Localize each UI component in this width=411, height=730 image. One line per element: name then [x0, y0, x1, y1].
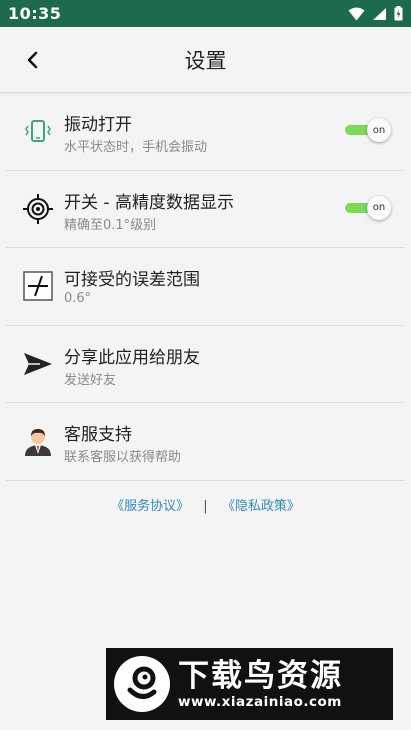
setting-title: 振动打开 [64, 115, 132, 135]
setting-customer-support[interactable]: 客服支持 联系客服以获得帮助 [6, 403, 405, 481]
watermark-text: 下载鸟资源 www.xiazainiao.com [178, 658, 343, 710]
status-icons [348, 6, 403, 21]
watermark-banner: 下载鸟资源 www.xiazainiao.com [106, 648, 393, 720]
bird-logo-icon [114, 656, 170, 712]
setting-vibration[interactable]: 振动打开 水平状态时，手机会振动 on [6, 93, 405, 171]
vibrate-phone-icon [22, 115, 54, 147]
setting-title: 可接受的误差范围 [64, 270, 200, 290]
service-agreement-link[interactable]: 《服务协议》 [111, 499, 189, 514]
setting-subtitle: 联系客服以获得帮助 [64, 450, 182, 465]
toggle-knob: on [367, 118, 391, 142]
setting-tolerance[interactable]: 可接受的误差范围 0.6° [6, 248, 405, 326]
setting-title: 分享此应用给朋友 [64, 347, 200, 368]
crosshair-target-icon [22, 193, 54, 225]
setting-subtitle: 0.6° [64, 291, 92, 306]
high-precision-toggle[interactable]: on [345, 195, 391, 220]
watermark-url: www.xiazainiao.com [178, 694, 342, 710]
cellular-signal-icon [373, 7, 386, 20]
watermark-brand: 下载鸟资源 [178, 658, 343, 694]
setting-title: 开关 - 高精度数据显示 [64, 192, 234, 213]
setting-high-precision[interactable]: 开关 - 高精度数据显示 精确至0.1°级别 on [6, 171, 405, 248]
customer-service-avatar-icon [22, 425, 54, 457]
status-bar: 10:35 [0, 0, 411, 27]
setting-share-app[interactable]: 分享此应用给朋友 发送好友 [6, 326, 405, 403]
settings-list: 振动打开 水平状态时，手机会振动 on 开关 - 高精度数据显示 精确至0.1°… [0, 93, 411, 481]
vibration-toggle[interactable]: on [345, 118, 391, 142]
setting-subtitle: 水平状态时，手机会振动 [64, 140, 208, 155]
legal-links: 《服务协议》 | 《隐私政策》 [0, 495, 411, 514]
status-time: 10:35 [8, 4, 62, 23]
wifi-icon [348, 7, 365, 20]
link-separator: | [203, 499, 208, 514]
tolerance-angle-icon [22, 270, 54, 302]
toggle-knob: on [367, 195, 391, 220]
setting-subtitle: 发送好友 [64, 372, 117, 388]
setting-title: 客服支持 [64, 425, 132, 445]
setting-subtitle: 精确至0.1°级别 [64, 217, 157, 233]
page-title: 设置 [184, 49, 227, 73]
send-share-icon [22, 348, 54, 380]
battery-icon [394, 6, 403, 21]
privacy-policy-link[interactable]: 《隐私政策》 [222, 499, 300, 514]
toolbar: 设置 [0, 27, 411, 93]
